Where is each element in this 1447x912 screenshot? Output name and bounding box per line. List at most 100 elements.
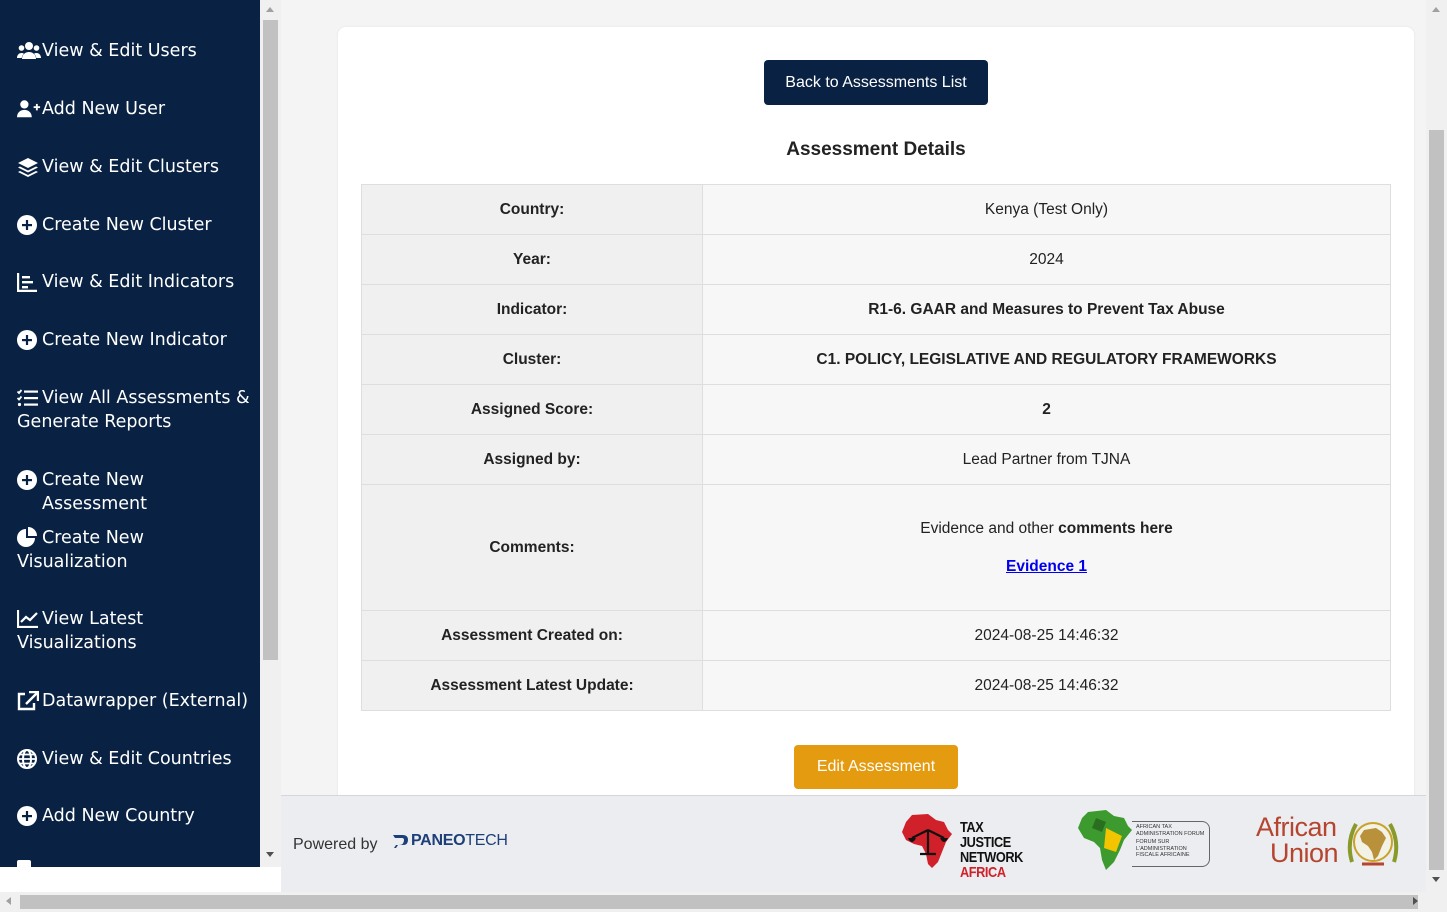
sidebar-item-label: View & Edit Users (42, 41, 197, 61)
sidebar-item-label: Datawrapper (External) (42, 691, 249, 711)
sidebar-item-view-all-assessments[interactable]: View All Assessments & Generate Reports (17, 386, 250, 434)
table-row: Country: Kenya (Test Only) (361, 184, 1391, 235)
edit-assessment-button[interactable]: Edit Assessment (794, 745, 958, 789)
scroll-down-arrow[interactable] (1432, 877, 1440, 882)
sidebar-item-label: View & Edit Countries (42, 749, 232, 769)
assigned-by-label: Assigned by: (361, 434, 703, 485)
table-row: Indicator: R1-6. GAAR and Measures to Pr… (361, 284, 1391, 335)
country-label: Country: (361, 184, 703, 235)
sidebar-item-label: View All Assessments & Generate Reports (17, 388, 250, 432)
globe-icon (17, 747, 41, 771)
paneo-light: TECH (465, 832, 508, 849)
sidebar-item-create-new-assessment[interactable]: Create New Assessment (17, 468, 250, 516)
scroll-down-arrow[interactable] (266, 852, 274, 857)
bar-chart-icon (17, 270, 41, 294)
tjna-line-3: AFRICA (960, 864, 1006, 881)
sidebar-item-label: Create New Assessment (42, 470, 147, 514)
table-row: Assigned Score: 2 (361, 384, 1391, 435)
tax-justice-network-africa-logo[interactable]: TAX JUSTICE NETWORK AFRICA (898, 812, 1033, 880)
page-title: Assessment Details (786, 139, 966, 160)
comments-label: Comments: (361, 484, 703, 611)
plus-circle-icon (17, 328, 41, 352)
sidebar-item-add-new-user[interactable]: Add New User (17, 97, 250, 121)
horizontal-scrollbar-thumb[interactable] (20, 895, 1418, 909)
sidebar-item-view-latest-visualizations[interactable]: View Latest Visualizations (17, 607, 250, 655)
assigned-by-value: Lead Partner from TJNA (702, 434, 1391, 485)
comment-text: Evidence and other comments here (703, 520, 1390, 538)
layers-icon (17, 155, 41, 179)
au-emblem-icon (1347, 822, 1399, 866)
sidebar-item-label: Add New Country (42, 806, 195, 826)
external-link-icon (17, 689, 41, 713)
paneo-bold: PANEO (411, 832, 466, 849)
sidebar-item-create-new-indicator[interactable]: Create New Indicator (17, 328, 250, 352)
indicator-label: Indicator: (361, 284, 703, 335)
sidebar-item-label: Create New Indicator (42, 330, 227, 350)
sidebar-bottom-gap (0, 867, 281, 892)
africa-map-red-icon (902, 814, 952, 868)
sidebar: View & Edit Users Add New User View & Ed… (0, 0, 260, 867)
sidebar-item-create-new-visualization[interactable]: Create New Visualization (17, 525, 250, 574)
scroll-up-arrow[interactable] (1432, 7, 1440, 12)
sidebar-item-datawrapper[interactable]: Datawrapper (External) (17, 689, 250, 713)
comment-bold: comments here (1058, 519, 1173, 537)
scroll-up-arrow[interactable] (266, 7, 274, 12)
score-value: 2 (702, 384, 1391, 435)
sidebar-item-create-new-cluster[interactable]: Create New Cluster (17, 213, 250, 237)
created-label: Assessment Created on: (361, 610, 703, 661)
table-row: Assigned by: Lead Partner from TJNA (361, 434, 1391, 485)
comment-plain: Evidence and other (920, 519, 1059, 537)
table-row: Cluster: C1. POLICY, LEGISLATIVE AND REG… (361, 334, 1391, 385)
paneo-mark-icon (393, 835, 408, 848)
back-to-assessments-button[interactable]: Back to Assessments List (764, 60, 988, 105)
tjna-wordmark: TAX JUSTICE NETWORK AFRICA (960, 820, 1023, 880)
page-vertical-scrollbar[interactable] (1426, 0, 1447, 892)
country-value: Kenya (Test Only) (702, 184, 1391, 235)
sidebar-item-label: View & Edit Clusters (42, 157, 219, 177)
sidebar-item-label: Add New User (42, 99, 166, 119)
assessment-details-table: Country: Kenya (Test Only) Year: 2024 In… (361, 184, 1391, 711)
sidebar-scrollbar-thumb[interactable] (263, 20, 278, 660)
sidebar-item-label: View & Edit Indicators (42, 272, 235, 292)
table-row: Assessment Created on: 2024-08-25 14:46:… (361, 610, 1391, 661)
user-plus-icon (17, 97, 41, 121)
partial-icon (17, 860, 31, 867)
au-wordmark: African Union (1256, 814, 1339, 868)
list-check-icon (17, 386, 41, 410)
vertical-scrollbar-thumb[interactable] (1429, 130, 1444, 870)
african-union-logo[interactable]: African Union (1256, 812, 1406, 872)
assessment-card: Back to Assessments List Assessment Deta… (338, 27, 1414, 817)
plus-circle-icon (17, 468, 41, 492)
ataf-logo[interactable]: AFRICAN TAX ADMINISTRATION FORUM FORUM S… (1076, 808, 1216, 874)
table-row: Comments: Evidence and other comments he… (361, 484, 1391, 611)
footer: Powered by PANEO TECH TAX JUSTICE NETWORK… (281, 795, 1426, 892)
sidebar-item-add-new-country[interactable]: Add New Country (17, 804, 250, 828)
ataf-wordmark: AFRICAN TAX ADMINISTRATION FORUM FORUM S… (1136, 824, 1204, 859)
cluster-value: C1. POLICY, LEGISLATIVE AND REGULATORY F… (702, 334, 1391, 385)
sidebar-item-view-edit-countries[interactable]: View & Edit Countries (17, 747, 250, 771)
table-row: Assessment Latest Update: 2024-08-25 14:… (361, 660, 1391, 711)
tjna-line-2: NETWORK (960, 849, 1023, 866)
au-line-2: Union (1270, 838, 1339, 868)
sidebar-scrollbar[interactable] (260, 0, 281, 867)
page-horizontal-scrollbar[interactable] (0, 892, 1447, 912)
indicator-value: R1-6. GAAR and Measures to Prevent Tax A… (702, 284, 1391, 335)
users-icon (17, 39, 41, 63)
pie-chart-icon (17, 525, 41, 549)
score-label: Assigned Score: (361, 384, 703, 435)
plus-circle-icon (17, 804, 41, 828)
scroll-left-arrow[interactable] (6, 897, 11, 905)
africa-map-green-icon (1078, 810, 1132, 870)
paneo-tech-logo[interactable]: PANEO TECH (391, 832, 508, 850)
ataf-line-2: ADMINISTRATION FORUM (1136, 830, 1205, 837)
plus-circle-icon (17, 213, 41, 237)
sidebar-item-label: Create New Cluster (42, 215, 212, 235)
scroll-right-arrow[interactable] (1413, 897, 1418, 905)
sidebar-item-view-edit-indicators[interactable]: View & Edit Indicators (17, 270, 250, 294)
evidence-link[interactable]: Evidence 1 (1006, 558, 1087, 575)
sidebar-item-view-edit-users[interactable]: View & Edit Users (17, 39, 250, 63)
sidebar-item-view-edit-clusters[interactable]: View & Edit Clusters (17, 155, 250, 179)
updated-label: Assessment Latest Update: (361, 660, 703, 711)
comments-value: Evidence and other comments here Evidenc… (702, 484, 1391, 611)
updated-value: 2024-08-25 14:46:32 (702, 660, 1391, 711)
